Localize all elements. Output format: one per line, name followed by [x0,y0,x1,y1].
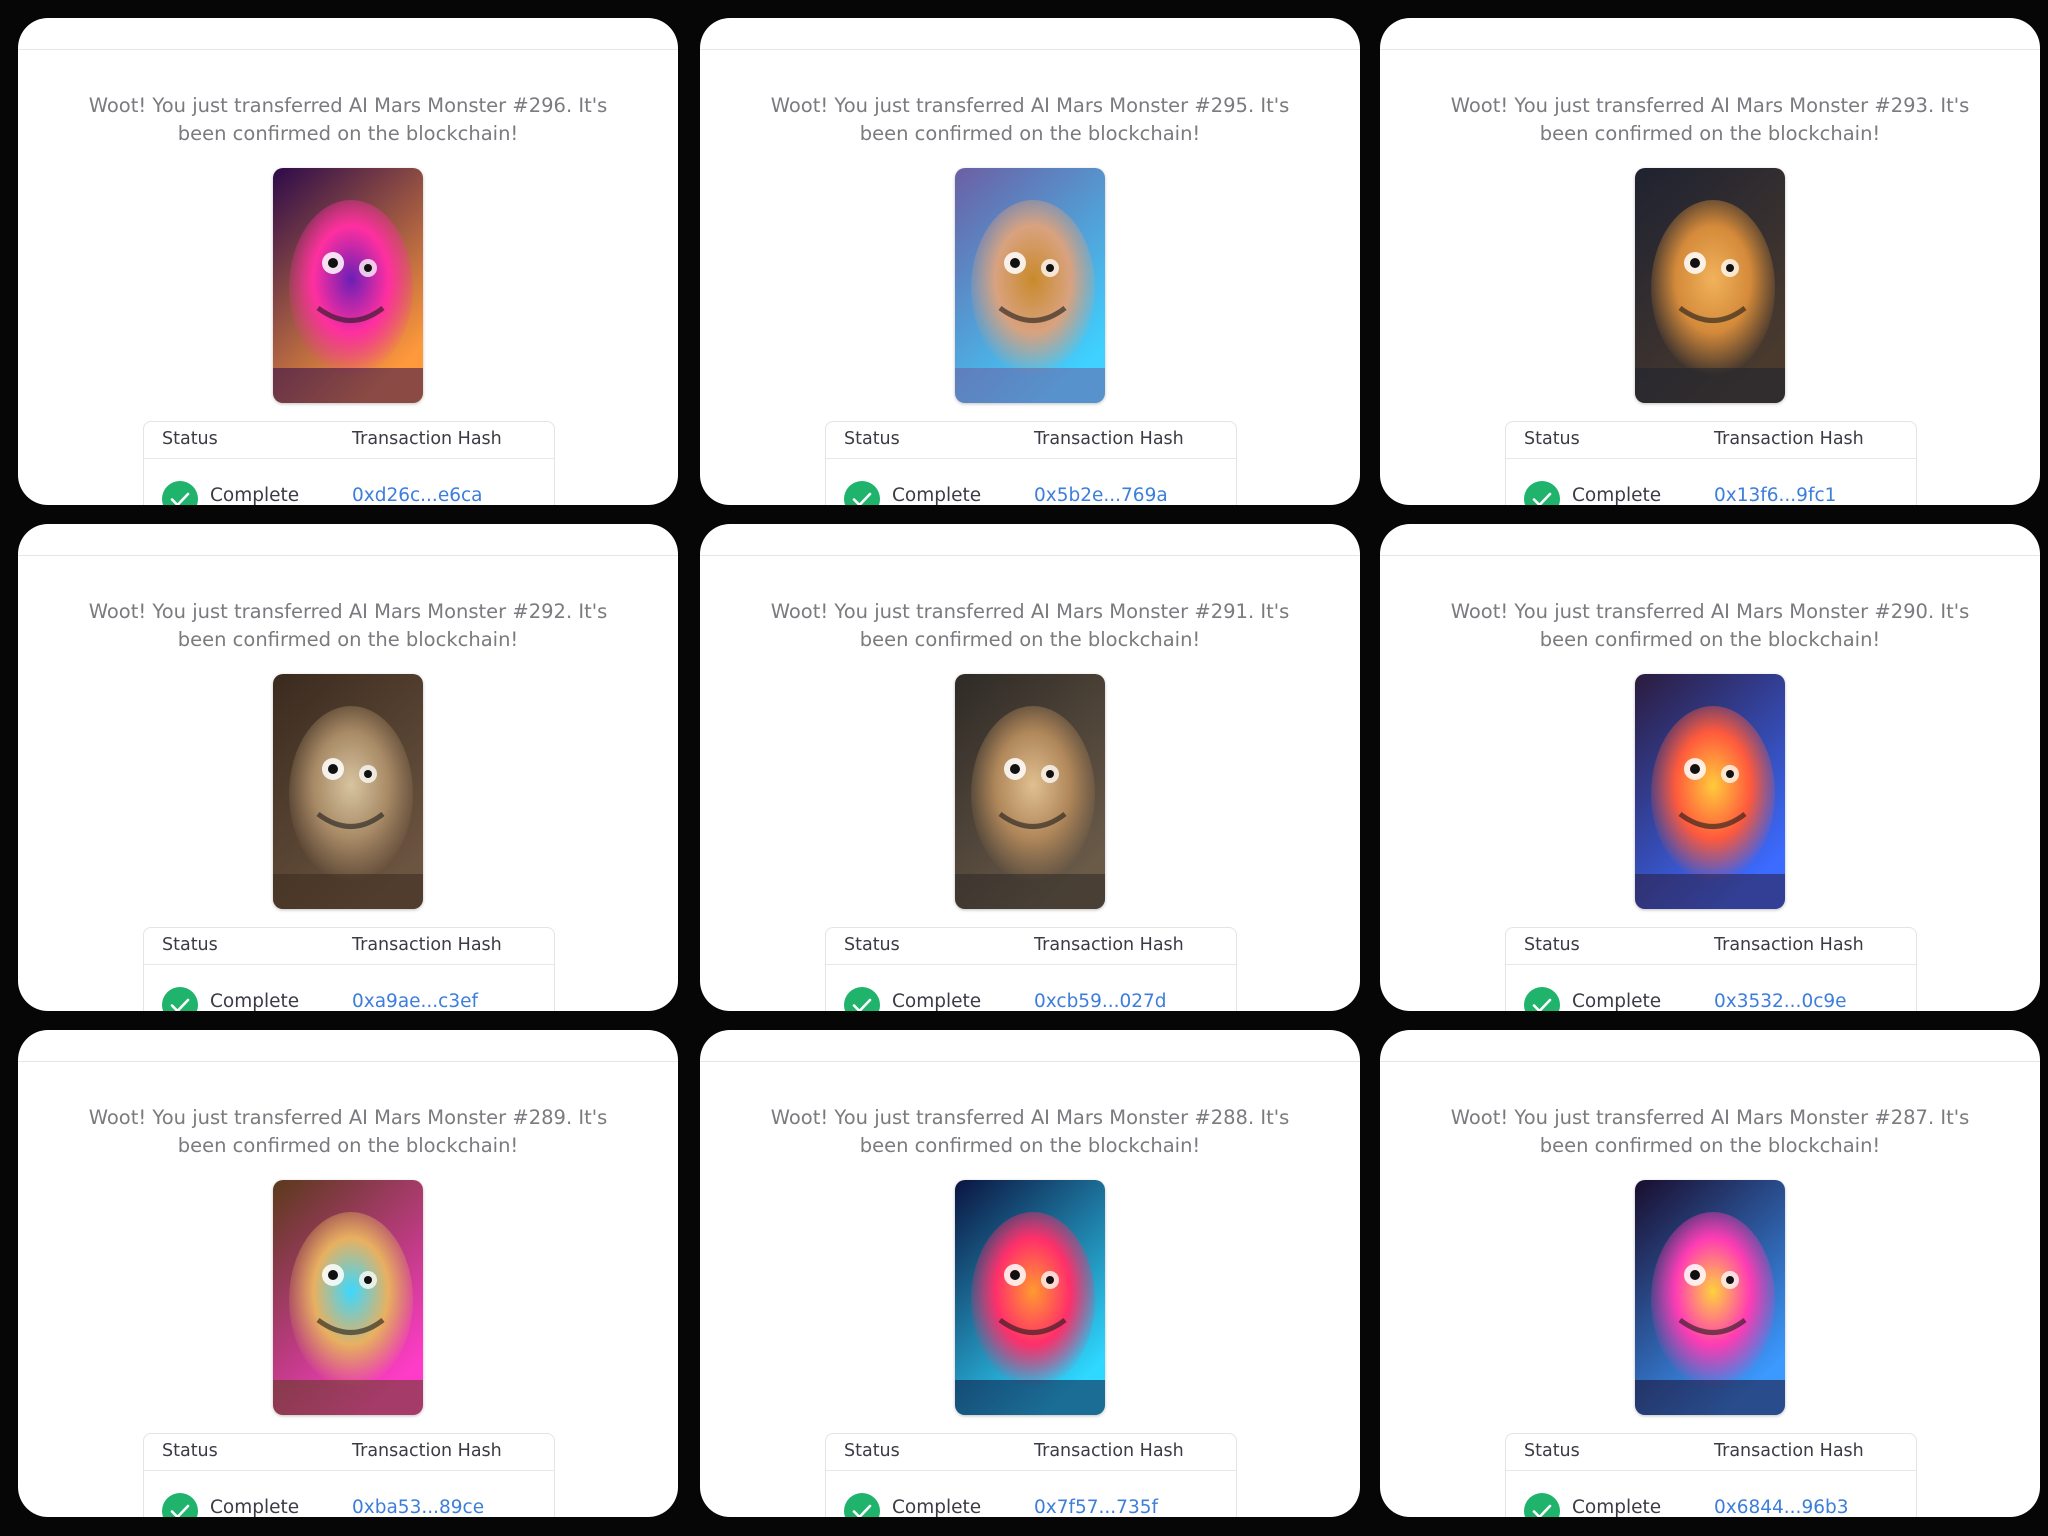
status-column-header: Status [1524,1441,1580,1461]
nft-artwork-image [955,168,1105,403]
check-circle-icon [844,987,880,1011]
confirmation-message: Woot! You just transferred AI Mars Monst… [88,600,608,651]
nft-artwork-image [273,168,423,403]
transaction-table: Status Transaction Hash Complete 0xba53.… [143,1433,555,1517]
check-circle-icon [844,1493,880,1517]
confirmation-message: Woot! You just transferred AI Mars Monst… [88,94,608,145]
hash-column-header: Transaction Hash [1034,1441,1184,1461]
hash-column-header: Transaction Hash [1714,935,1864,955]
confirmation-message: Woot! You just transferred AI Mars Monst… [770,600,1290,651]
hash-column-header: Transaction Hash [352,429,502,449]
transaction-table: Status Transaction Hash Complete 0x7f57.… [825,1433,1237,1517]
transaction-table-header: Status Transaction Hash [826,422,1236,459]
header-divider [1380,49,2040,50]
status-column-header: Status [162,429,218,449]
status-column-header: Status [844,1441,900,1461]
transaction-hash-link[interactable]: 0x13f6...9fc1 [1714,485,1836,505]
status-value: Complete [892,485,982,505]
header-divider [18,49,678,50]
nft-artwork-image [1635,674,1785,909]
nft-artwork-image [1635,1180,1785,1415]
transfer-confirmation-card: Woot! You just transferred AI Mars Monst… [18,1030,678,1517]
transfer-confirmation-card: Woot! You just transferred AI Mars Monst… [18,18,678,505]
transaction-table-header: Status Transaction Hash [1506,1434,1916,1471]
header-divider [1380,1061,2040,1062]
check-circle-icon [1524,481,1560,505]
status-value: Complete [210,1497,300,1517]
status-value: Complete [1572,1497,1662,1517]
hash-column-header: Transaction Hash [1034,935,1184,955]
transaction-hash-link[interactable]: 0x6844...96b3 [1714,1497,1849,1517]
transfer-confirmation-card: Woot! You just transferred AI Mars Monst… [18,524,678,1011]
header-divider [18,555,678,556]
transaction-table-header: Status Transaction Hash [1506,422,1916,459]
transfer-confirmation-card: Woot! You just transferred AI Mars Monst… [1380,18,2040,505]
transaction-table-header: Status Transaction Hash [144,1434,554,1471]
header-divider [700,555,1360,556]
transaction-table: Status Transaction Hash Complete 0x6844.… [1505,1433,1917,1517]
hash-column-header: Transaction Hash [352,935,502,955]
transaction-table: Status Transaction Hash Complete 0xa9ae.… [143,927,555,1011]
header-divider [1380,555,2040,556]
transaction-hash-link[interactable]: 0xba53...89ce [352,1497,484,1517]
check-circle-icon [1524,987,1560,1011]
check-circle-icon [162,481,198,505]
transfer-confirmation-card: Woot! You just transferred AI Mars Monst… [1380,1030,2040,1517]
transaction-hash-link[interactable]: 0x7f57...735f [1034,1497,1158,1517]
nft-artwork-image [955,1180,1105,1415]
status-column-header: Status [162,935,218,955]
confirmation-message: Woot! You just transferred AI Mars Monst… [88,1106,608,1157]
confirmation-message: Woot! You just transferred AI Mars Monst… [1450,1106,1970,1157]
transaction-table: Status Transaction Hash Complete 0x13f6.… [1505,421,1917,505]
transfer-confirmation-card: Woot! You just transferred AI Mars Monst… [700,18,1360,505]
transaction-hash-link[interactable]: 0x5b2e...769a [1034,485,1168,505]
hash-column-header: Transaction Hash [352,1441,502,1461]
transaction-table: Status Transaction Hash Complete 0x5b2e.… [825,421,1237,505]
status-value: Complete [210,485,300,505]
confirmation-message: Woot! You just transferred AI Mars Monst… [1450,600,1970,651]
status-column-header: Status [844,935,900,955]
header-divider [700,1061,1360,1062]
check-circle-icon [162,987,198,1011]
status-column-header: Status [1524,935,1580,955]
transaction-table: Status Transaction Hash Complete 0x3532.… [1505,927,1917,1011]
transaction-hash-link[interactable]: 0xcb59...027d [1034,991,1167,1011]
status-column-header: Status [162,1441,218,1461]
nft-artwork-image [1635,168,1785,403]
header-divider [700,49,1360,50]
transaction-table-header: Status Transaction Hash [826,1434,1236,1471]
transaction-hash-link[interactable]: 0xa9ae...c3ef [352,991,478,1011]
transaction-table-header: Status Transaction Hash [144,928,554,965]
check-circle-icon [162,1493,198,1517]
nft-artwork-image [273,674,423,909]
status-value: Complete [1572,485,1662,505]
transaction-hash-link[interactable]: 0x3532...0c9e [1714,991,1847,1011]
hash-column-header: Transaction Hash [1034,429,1184,449]
nft-artwork-image [273,1180,423,1415]
status-value: Complete [892,991,982,1011]
transfer-confirmation-card: Woot! You just transferred AI Mars Monst… [1380,524,2040,1011]
transaction-table-header: Status Transaction Hash [1506,928,1916,965]
check-circle-icon [1524,1493,1560,1517]
confirmation-message: Woot! You just transferred AI Mars Monst… [1450,94,1970,145]
status-column-header: Status [844,429,900,449]
status-column-header: Status [1524,429,1580,449]
hash-column-header: Transaction Hash [1714,1441,1864,1461]
transaction-hash-link[interactable]: 0xd26c...e6ca [352,485,482,505]
transfer-confirmation-card: Woot! You just transferred AI Mars Monst… [700,524,1360,1011]
header-divider [18,1061,678,1062]
status-value: Complete [892,1497,982,1517]
hash-column-header: Transaction Hash [1714,429,1864,449]
status-value: Complete [210,991,300,1011]
status-value: Complete [1572,991,1662,1011]
transaction-table-header: Status Transaction Hash [826,928,1236,965]
nft-artwork-image [955,674,1105,909]
confirmation-message: Woot! You just transferred AI Mars Monst… [770,1106,1290,1157]
transaction-table: Status Transaction Hash Complete 0xd26c.… [143,421,555,505]
confirmation-message: Woot! You just transferred AI Mars Monst… [770,94,1290,145]
check-circle-icon [844,481,880,505]
transaction-table: Status Transaction Hash Complete 0xcb59.… [825,927,1237,1011]
transfer-confirmation-card: Woot! You just transferred AI Mars Monst… [700,1030,1360,1517]
transaction-table-header: Status Transaction Hash [144,422,554,459]
